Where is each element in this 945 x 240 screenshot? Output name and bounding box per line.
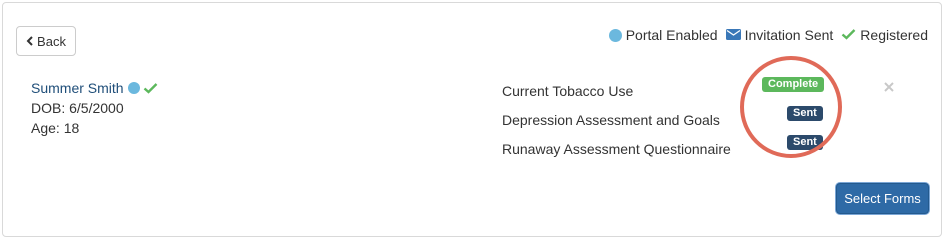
back-button[interactable]: Back [16, 26, 76, 56]
status-legend: Portal Enabled Invitation Sent Registere… [601, 27, 928, 43]
portal-enabled-icon [127, 82, 140, 94]
legend-invitation-label: Invitation Sent [744, 27, 834, 43]
chevron-left-icon [26, 34, 34, 49]
legend-portal-label: Portal Enabled [625, 27, 718, 43]
legend-portal-enabled: Portal Enabled [608, 27, 718, 43]
close-icon[interactable] [883, 80, 895, 98]
forms-list: Current Tobacco Use Depression Assessmen… [502, 76, 731, 163]
check-icon [841, 27, 856, 43]
patient-info: Summer Smith DOB: 6/5/2000 Age: 18 [31, 78, 158, 138]
legend-registered-label: Registered [860, 27, 928, 43]
envelope-icon [725, 27, 741, 43]
select-forms-button[interactable]: Select Forms [836, 183, 929, 214]
highlight-ring [740, 56, 842, 158]
back-button-label: Back [37, 33, 66, 49]
patient-name[interactable]: Summer Smith [31, 78, 124, 98]
circle-icon [608, 28, 622, 42]
form-title: Depression Assessment and Goals [502, 111, 720, 128]
registered-check-icon [143, 82, 158, 94]
form-title: Runaway Assessment Questionnaire [502, 140, 731, 157]
patient-age: Age: 18 [31, 120, 80, 136]
patient-dob: DOB: 6/5/2000 [31, 100, 124, 116]
patient-name-row: Summer Smith [31, 78, 158, 98]
legend-registered: Registered [841, 27, 928, 43]
form-title: Current Tobacco Use [502, 82, 634, 99]
legend-invitation-sent: Invitation Sent [725, 27, 834, 43]
